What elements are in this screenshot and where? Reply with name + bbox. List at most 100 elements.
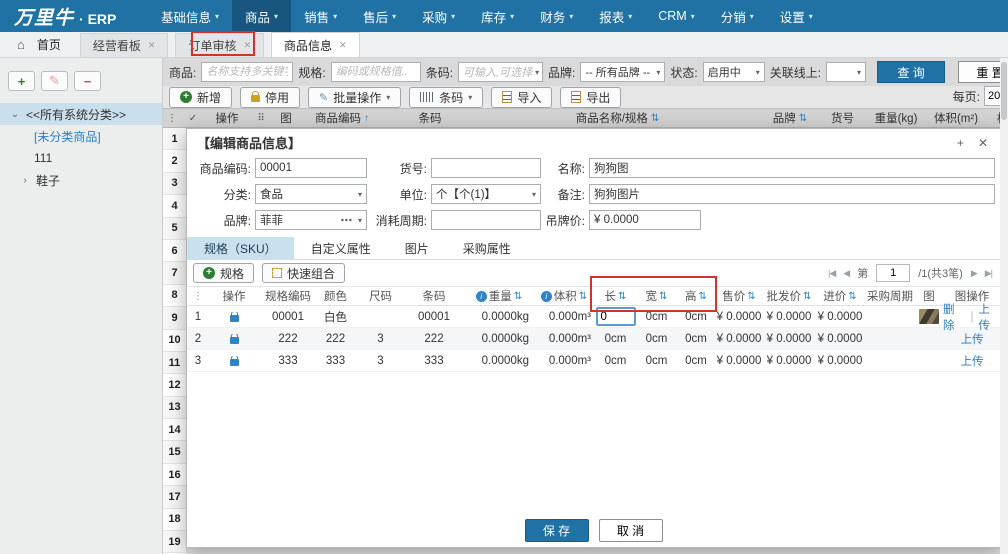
sort-icon[interactable]: ⇅ [803,291,811,302]
row-number[interactable]: 1 [163,128,187,151]
col-product-name[interactable]: 商品名称/规格 ⇅ [475,110,760,126]
product-thumbnail[interactable] [919,309,939,324]
save-button[interactable]: 保 存 [524,519,589,542]
row-number[interactable]: 6 [163,239,187,263]
sort-icon[interactable]: ⇅ [651,113,659,124]
remove-category-button[interactable]: − [74,71,101,91]
sort-icon[interactable]: ⇅ [747,291,755,302]
tree-item-uncategorized[interactable]: [未分类商品] [0,125,162,147]
tab-sku[interactable]: 规格（SKU） [187,237,294,259]
length-input[interactable] [595,307,636,326]
sort-icon[interactable]: ⇅ [514,291,522,302]
tree-item-all-categories[interactable]: ⌄ <<所有系统分类>> [0,103,162,125]
row-handle-icon[interactable]: ⋮ [191,291,205,302]
row-number[interactable]: 18 [163,508,187,532]
edit-category-button[interactable]: ✎ [41,71,68,91]
brand-select[interactable]: 菲菲 ⋯ ▾ [255,210,367,230]
vertical-scrollbar[interactable] [1000,58,1008,554]
export-button[interactable]: 导出 [560,86,622,108]
brand-filter-select[interactable]: -- 所有品牌 -- ▾ [580,62,666,82]
status-filter-select[interactable]: 启用中 ▾ [702,62,765,82]
col-operation[interactable]: 操作 [205,110,249,126]
page-tab[interactable]: 订单审核 ✕ [175,33,264,57]
sku-row-1[interactable]: 1 00001 白色 00001 0.0000kg 0.000m³ 0cm 0c… [187,304,1000,332]
col-art-no[interactable]: 货号 [820,110,865,126]
sku-row-3[interactable]: 3 333 333 3 333 0.0000kg 0.000m³ 0cm 0cm… [187,350,1000,372]
remark-input[interactable] [589,184,995,204]
last-page-icon[interactable]: ▶| [985,268,993,279]
sort-asc-icon[interactable]: ↑ [364,113,369,124]
menu-item[interactable]: 采购 ▾ [409,0,468,32]
barcode-filter-select[interactable]: 可输入,可选择 ▾ [458,62,544,82]
close-icon[interactable]: ✕ [148,40,156,51]
barcode-button[interactable]: 条码 ▾ [409,86,484,108]
row-number[interactable]: 9 [163,307,187,330]
row-number[interactable]: 11 [163,351,187,375]
sort-icon[interactable]: ⇅ [699,291,707,302]
col-brand[interactable]: 品牌 ⇅ [760,110,820,126]
menu-item[interactable]: 设置 ▾ [767,0,826,32]
row-number[interactable]: 3 [163,172,187,196]
row-handle-icon[interactable]: ⋮ [163,113,181,124]
col-cost[interactable]: 进价 ⇅ [815,288,865,304]
col-length[interactable]: 长 ⇅ [595,288,636,304]
tab-custom-attrs[interactable]: 自定义属性 [294,237,388,259]
tree-expand-icon[interactable]: ⌄ [10,109,20,120]
search-button[interactable]: 查 询 [877,61,946,83]
menu-item[interactable]: 库存 ▾ [468,0,527,32]
art-no-input[interactable] [431,158,541,178]
cancel-button[interactable]: 取 消 [598,519,663,542]
row-number[interactable]: 4 [163,195,187,218]
page-tab[interactable]: 商品信息 ✕ [271,32,360,57]
dialog-close-icon[interactable]: ✕ [978,136,988,150]
batch-operation-button[interactable]: ✎ 批量操作 ▾ [308,86,402,108]
menu-item[interactable]: 财务 ▾ [527,0,586,32]
drag-columns-icon[interactable]: ⠿ [249,113,273,124]
row-number[interactable]: 7 [163,262,187,285]
tree-item-111[interactable]: 111 [0,147,162,169]
sort-icon[interactable]: ⇅ [799,113,807,124]
sku-row-2[interactable]: 2 222 222 3 222 0.0000kg 0.000m³ 0cm 0cm… [187,328,1000,350]
upload-image-link[interactable]: 上传 [979,301,1002,333]
prev-page-icon[interactable]: ◀ [843,268,850,279]
menu-item[interactable]: 商品 ▾ [232,0,292,32]
col-product-code[interactable]: 商品编码 ↑ [299,110,385,126]
menu-item[interactable]: 基础信息 ▾ [148,0,232,32]
col-price[interactable]: 售价 ⇅ [715,288,763,304]
row-number[interactable]: 2 [163,150,187,173]
cycle-input[interactable] [431,210,541,230]
select-all-checkbox[interactable]: ✓ [181,113,205,124]
row-number[interactable]: 14 [163,419,187,442]
menu-item[interactable]: 销售 ▾ [291,0,350,32]
image-cell[interactable] [915,309,943,324]
col-volume[interactable]: i 体积 ⇅ [533,288,595,304]
name-input[interactable] [589,158,995,178]
sort-icon[interactable]: ⇅ [659,291,667,302]
page-number-input[interactable] [876,264,911,282]
row-number[interactable]: 8 [163,284,187,308]
product-code-input[interactable] [255,158,367,178]
tag-price-input[interactable] [589,210,701,230]
lock-icon[interactable] [205,311,263,322]
sort-icon[interactable]: ⇅ [618,291,626,302]
add-product-button[interactable]: + 新增 [169,86,233,108]
product-filter-input[interactable] [201,62,294,82]
close-icon[interactable]: ✕ [243,40,251,51]
row-number[interactable]: 13 [163,396,187,420]
dialog-add-icon[interactable]: + [957,136,964,150]
unit-select[interactable]: 个【个(1)】 ▾ [431,184,541,204]
upload-image-link[interactable]: 上传 [961,353,984,369]
delete-image-link[interactable]: 删除 [943,301,966,333]
sort-icon[interactable]: ⇅ [579,291,587,302]
row-number[interactable]: 15 [163,441,187,464]
row-number[interactable]: 16 [163,463,187,487]
menu-item[interactable]: 报表 ▾ [586,0,645,32]
online-filter-select[interactable]: ▾ [826,62,867,82]
sort-icon[interactable]: ⇅ [848,291,856,302]
category-select[interactable]: 食品 ▾ [255,184,367,204]
row-number[interactable]: 19 [163,531,187,554]
row-number[interactable]: 12 [163,374,187,397]
import-button[interactable]: 导入 [491,86,553,108]
col-weight[interactable]: 重量(kg) [865,110,927,126]
menu-item[interactable]: 分销 ▾ [708,0,767,32]
